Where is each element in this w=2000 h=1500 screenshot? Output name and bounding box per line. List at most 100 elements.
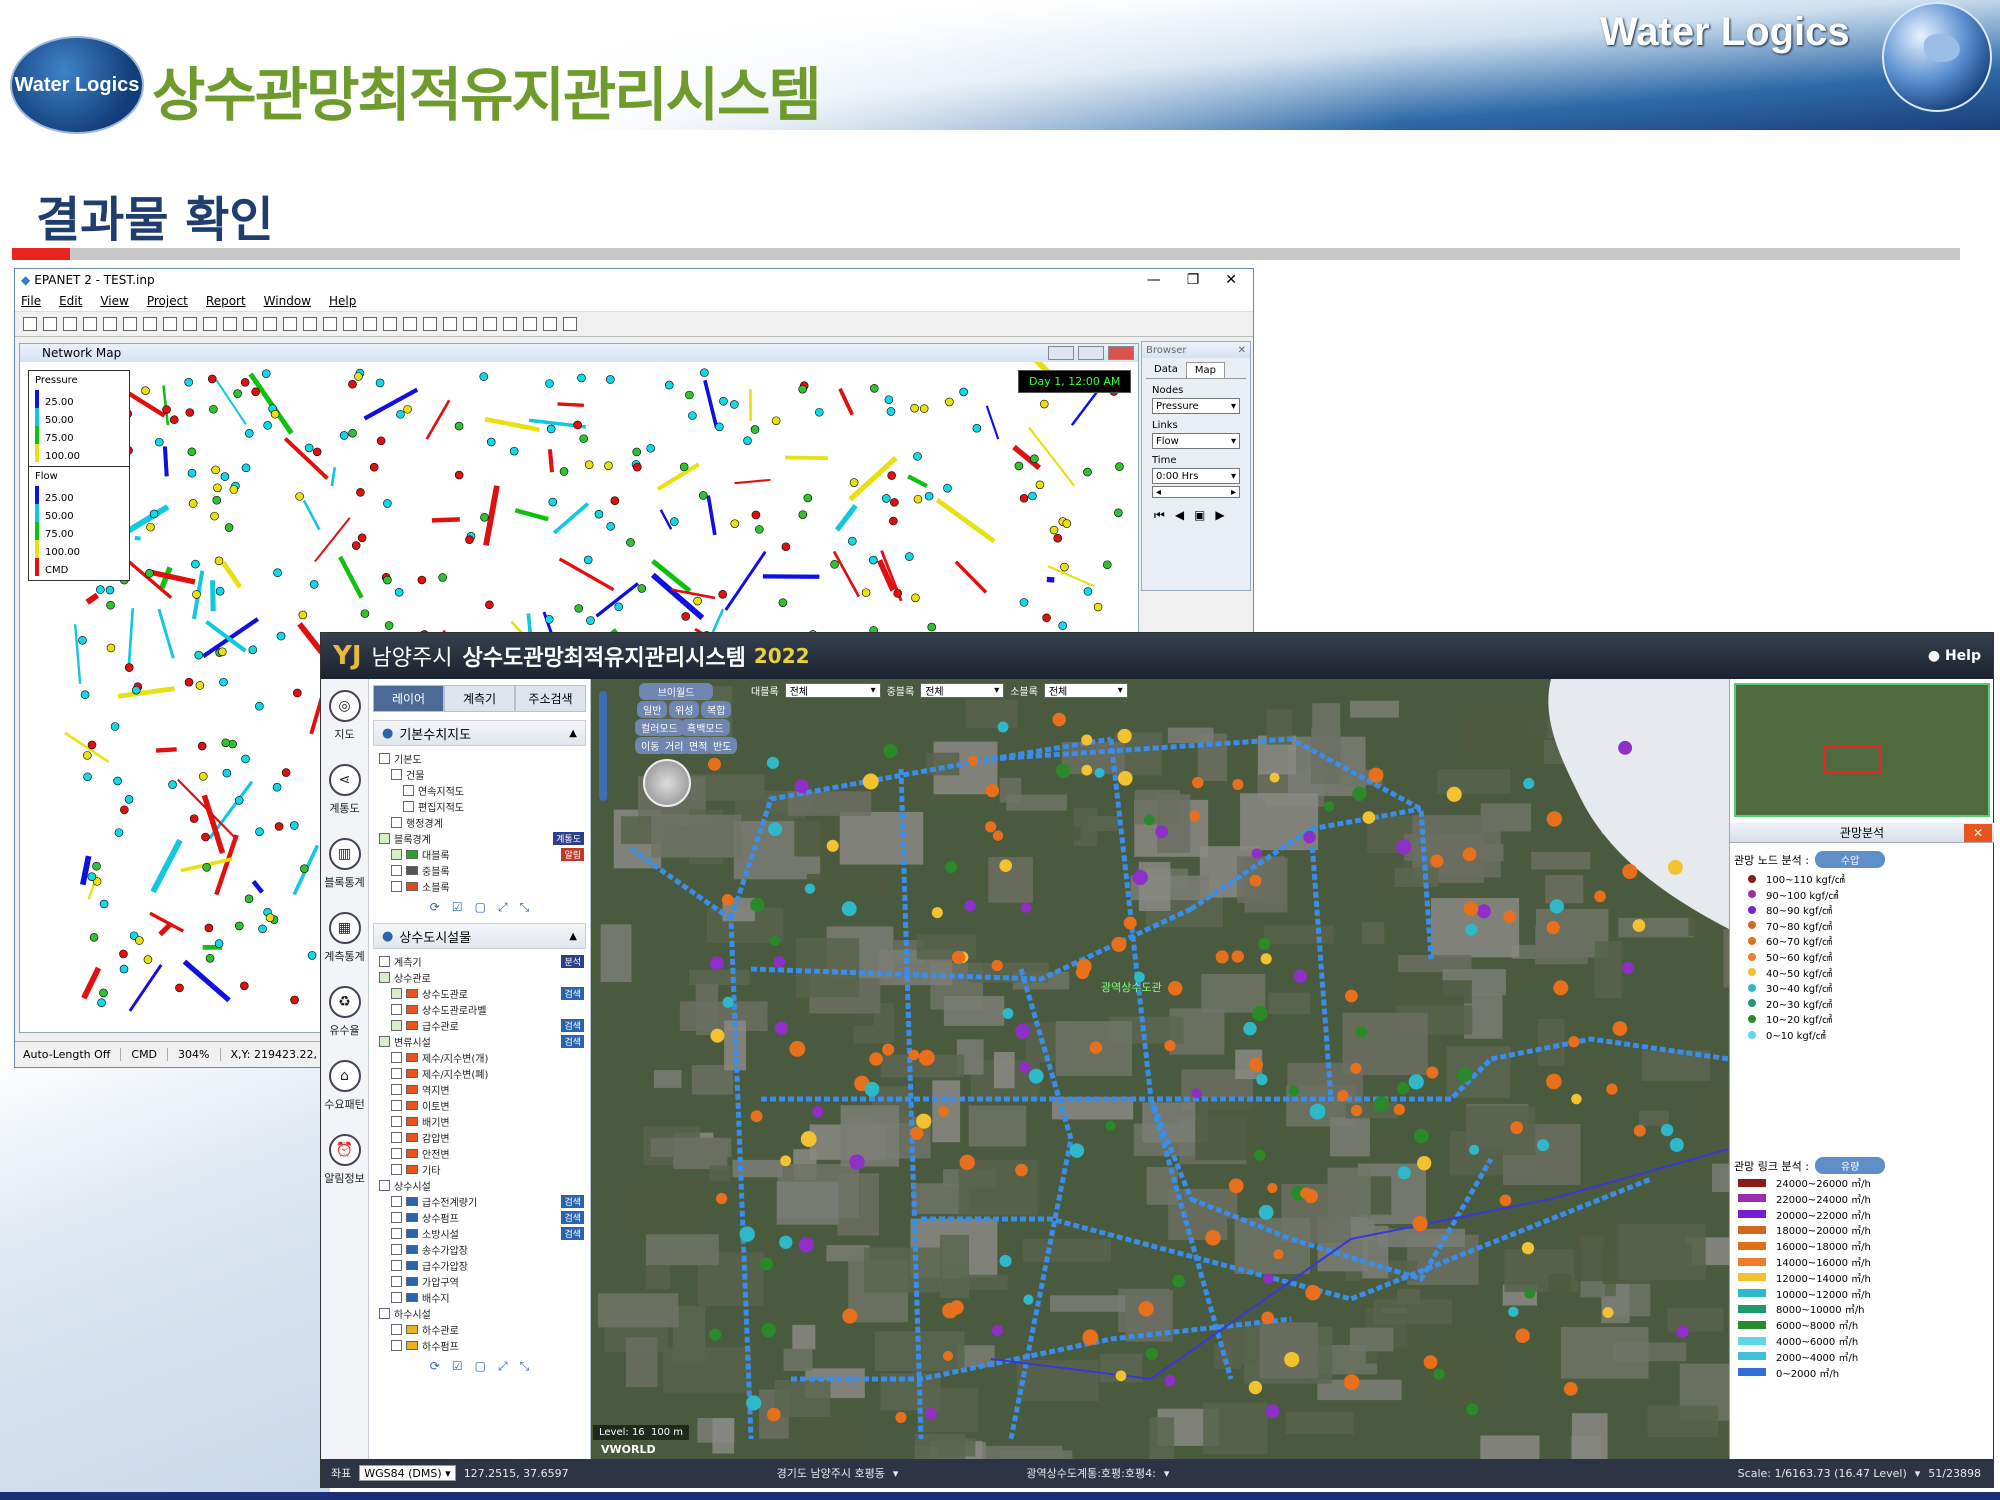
layer-tree-item[interactable]: 제수/지수변(폐) — [379, 1065, 590, 1081]
pressure-node[interactable] — [1117, 770, 1133, 786]
time-select[interactable]: 0:00 Hrs ▾ — [1152, 468, 1240, 484]
menu-file[interactable]: File — [21, 294, 41, 308]
pressure-node[interactable] — [908, 1049, 920, 1061]
nav-block-stats[interactable]: ▥ 블록통계 — [321, 827, 368, 901]
big-block-select[interactable]: 전체 ▾ — [784, 683, 881, 698]
pressure-node[interactable] — [999, 1254, 1012, 1268]
pressure-node[interactable] — [1515, 1328, 1530, 1344]
layer-checkbox[interactable] — [391, 1147, 402, 1159]
pressure-node[interactable] — [1117, 728, 1132, 744]
mid-block-select[interactable]: 전체 ▾ — [920, 683, 1005, 698]
pressure-node[interactable] — [869, 1052, 883, 1066]
pressure-node[interactable] — [1243, 1021, 1257, 1036]
toolbar-tool-icon[interactable] — [83, 317, 97, 331]
toolbar-tool-icon[interactable] — [563, 317, 577, 331]
nodes-select[interactable]: Pressure ▾ — [1152, 398, 1240, 414]
pressure-node[interactable] — [707, 757, 721, 771]
overview-minimap[interactable] — [1734, 683, 1990, 817]
toolbar-tool-icon[interactable] — [283, 317, 297, 331]
layer-checkbox[interactable] — [379, 1307, 390, 1319]
pressure-node[interactable] — [985, 821, 997, 833]
links-select[interactable]: Flow ▾ — [1152, 433, 1240, 449]
group-basemap-header[interactable]: ● 기본수치지도 ▲ — [373, 720, 586, 746]
toolbar-tool-icon[interactable] — [323, 317, 337, 331]
maximize-icon[interactable] — [1078, 346, 1104, 360]
nav-map[interactable]: ◎ 지도 — [321, 679, 368, 753]
menu-help[interactable]: Help — [329, 294, 356, 308]
pressure-node[interactable] — [1249, 874, 1262, 887]
toolbar-tool-icon[interactable] — [123, 317, 137, 331]
pressure-node[interactable] — [1546, 1073, 1562, 1090]
toolbar-tool-icon[interactable] — [183, 317, 197, 331]
pressure-node[interactable] — [1256, 1074, 1268, 1086]
refresh-icon[interactable]: ⟳ — [430, 900, 440, 915]
nav-meter-stats[interactable]: ▦ 계측통계 — [321, 901, 368, 975]
pressure-node[interactable] — [1521, 1241, 1535, 1255]
layer-tree-item[interactable]: 중블록 — [379, 862, 590, 878]
pressure-node[interactable] — [721, 893, 734, 906]
bw-mode-button[interactable]: 흑백모드 — [681, 719, 730, 736]
restore-icon[interactable]: ❐ — [1187, 272, 1200, 288]
layer-checkbox[interactable] — [391, 1323, 402, 1335]
pressure-node[interactable] — [1192, 776, 1204, 789]
pressure-node[interactable] — [1019, 1061, 1031, 1074]
mode-satellite-button[interactable]: 위성 — [669, 701, 700, 718]
vworld-button[interactable]: 브이월드 — [639, 683, 713, 700]
layer-tree-item[interactable]: 상수시설 — [379, 1177, 590, 1193]
nav-alerts[interactable]: ⏰ 알림정보 — [321, 1123, 368, 1197]
toolbar-tool-icon[interactable] — [263, 317, 277, 331]
search-button[interactable]: 검색 — [561, 1018, 584, 1032]
pressure-node[interactable] — [1155, 825, 1169, 839]
toolbar-tool-icon[interactable] — [63, 317, 77, 331]
layer-checkbox[interactable] — [391, 1115, 402, 1127]
alert-badge-button[interactable]: 알림 — [561, 847, 584, 861]
node-analysis-select[interactable]: 수압 — [1814, 851, 1886, 868]
pressure-node[interactable] — [710, 1028, 725, 1043]
layer-tree-item[interactable]: 편집지적도 — [379, 798, 590, 814]
pressure-node[interactable] — [1261, 1311, 1275, 1325]
pressure-node[interactable] — [715, 1192, 728, 1205]
pressure-node[interactable] — [883, 743, 898, 758]
tool-radius[interactable]: 반도 — [707, 737, 738, 754]
pressure-node[interactable] — [1258, 937, 1271, 950]
pressure-node[interactable] — [709, 956, 724, 971]
minimize-icon[interactable] — [1048, 346, 1074, 360]
pressure-node[interactable] — [1305, 1284, 1321, 1301]
layer-checkbox[interactable] — [391, 880, 402, 892]
layer-checkbox[interactable] — [391, 1163, 402, 1175]
analysis-button[interactable]: 분석 — [561, 954, 584, 968]
pressure-node[interactable] — [1503, 910, 1516, 923]
pressure-node[interactable] — [1228, 1178, 1244, 1194]
pressure-node[interactable] — [1510, 1121, 1524, 1135]
pressure-node[interactable] — [1469, 1144, 1480, 1155]
pressure-node[interactable] — [910, 1126, 924, 1141]
pressure-node[interactable] — [767, 1407, 781, 1422]
layer-checkbox[interactable] — [391, 1211, 402, 1223]
pressure-node[interactable] — [1414, 1128, 1429, 1144]
pressure-node[interactable] — [1499, 1194, 1512, 1207]
pressure-node[interactable] — [1660, 1123, 1674, 1137]
pressure-node[interactable] — [1537, 1139, 1550, 1152]
pressure-node[interactable] — [841, 901, 857, 917]
layer-checkbox[interactable] — [391, 1275, 402, 1287]
layer-tree-item[interactable]: 하수관로 — [379, 1321, 590, 1337]
pressure-node[interactable] — [1463, 901, 1479, 916]
layer-tree-item[interactable]: 제수/지수변(개) — [379, 1049, 590, 1065]
pressure-node[interactable] — [1262, 1273, 1274, 1284]
pressure-node[interactable] — [1123, 916, 1137, 930]
pressure-node[interactable] — [991, 959, 1003, 972]
pressure-node[interactable] — [1412, 1215, 1428, 1232]
minimize-icon[interactable]: — — [1147, 272, 1161, 288]
rewind-icon[interactable]: ⏮ — [1154, 508, 1165, 523]
pressure-node[interactable] — [1111, 936, 1127, 952]
pressure-node[interactable] — [1602, 1307, 1614, 1319]
layer-tree-item[interactable]: 변류시설 검색 — [379, 1033, 590, 1049]
pressure-node[interactable] — [1269, 772, 1280, 783]
pressure-node[interactable] — [1082, 1329, 1099, 1346]
back-icon[interactable]: ◀ — [1175, 508, 1184, 523]
toolbar-tool-icon[interactable] — [463, 317, 477, 331]
pressure-node[interactable] — [1426, 1066, 1439, 1079]
toolbar-tool-icon[interactable] — [383, 317, 397, 331]
pressure-node[interactable] — [1633, 1124, 1646, 1137]
layer-tree-item[interactable]: 상수관로 — [379, 969, 590, 985]
